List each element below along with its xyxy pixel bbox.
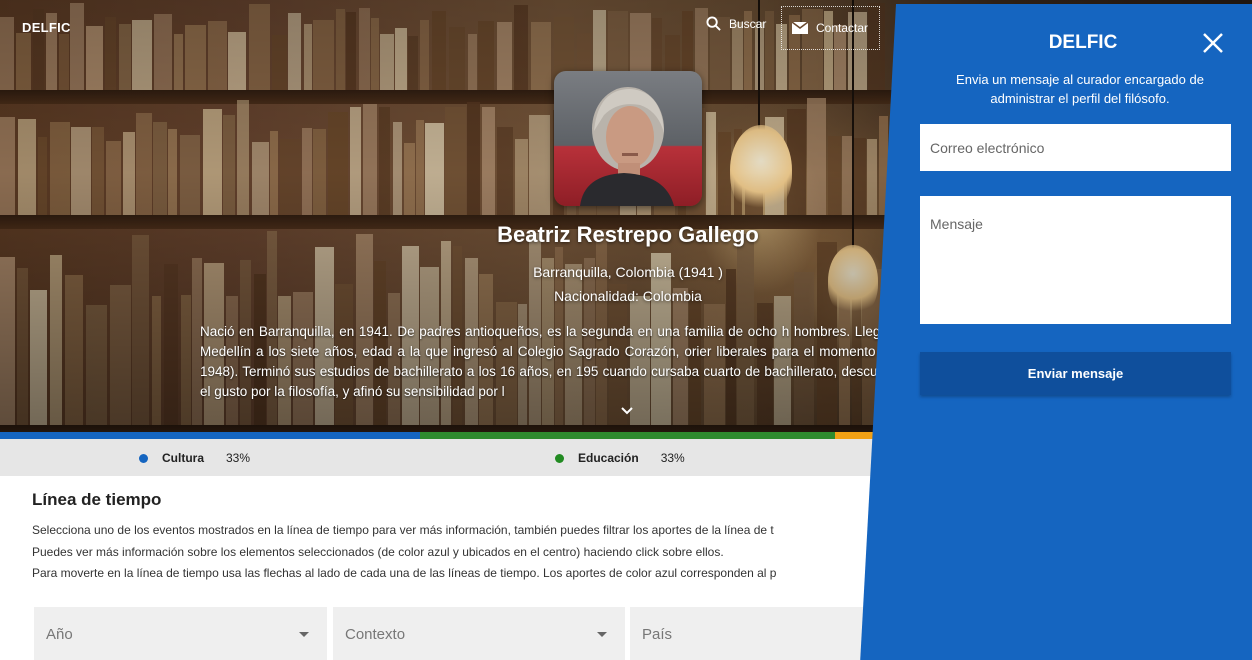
send-message-button[interactable]: Enviar mensaje — [920, 352, 1231, 395]
country-filter-select[interactable]: País — [630, 607, 870, 660]
context-filter-label: Contexto — [345, 626, 406, 643]
page: DELFIC Buscar Contactar Beatriz Restrepo… — [0, 0, 1252, 660]
category-percent: 33% — [226, 451, 251, 465]
brand-logo[interactable]: DELFIC — [22, 20, 71, 35]
category-percent: 33% — [660, 451, 685, 465]
category-dot — [139, 453, 148, 463]
close-icon[interactable] — [1200, 30, 1226, 56]
search-icon — [706, 16, 721, 31]
category-dot — [555, 453, 564, 463]
category-label: Cultura — [162, 451, 204, 465]
category-label: Educación — [578, 451, 639, 465]
category-item[interactable]: Educación 33% — [555, 451, 685, 465]
mail-icon — [792, 22, 808, 34]
context-filter-select[interactable]: Contexto — [333, 607, 625, 660]
category-strip-educacion — [420, 432, 835, 439]
panel-description: Envia un mensaje al curador encargado de… — [956, 72, 1204, 106]
category-legend: Cultura 33% Educación 33% — [0, 439, 900, 476]
category-strip-cultura — [0, 432, 420, 439]
search-label: Buscar — [729, 16, 767, 31]
contact-button[interactable]: Contactar — [781, 6, 880, 50]
timeline-title: Línea de tiempo — [32, 490, 162, 509]
profile-name: Beatriz Restrepo Gallego — [497, 222, 759, 247]
category-item[interactable]: Cultura 33% — [139, 451, 250, 465]
caret-down-icon — [597, 632, 607, 637]
timeline-instructions: Selecciona uno de los eventos mostrados … — [32, 523, 774, 537]
year-filter-select[interactable]: Año — [34, 607, 327, 660]
profile-photo — [554, 71, 702, 206]
profile-nationality: Nacionalidad: Colombia — [554, 288, 702, 304]
caret-down-icon — [299, 632, 309, 637]
message-field[interactable] — [920, 196, 1231, 324]
portrait-illustration — [580, 87, 674, 206]
contact-label: Contactar — [816, 21, 869, 35]
timeline-instructions: Para moverte en la línea de tiempo usa l… — [32, 566, 777, 580]
timeline-instructions: Puedes ver más información sobre los ele… — [32, 545, 724, 559]
profile-bio: Nació en Barranquilla, en 1941. De padre… — [200, 324, 900, 399]
profile-origin: Barranquilla, Colombia (1941 ) — [533, 264, 723, 280]
chevron-down-icon[interactable] — [620, 406, 634, 416]
country-filter-label: País — [642, 626, 673, 643]
year-filter-label: Año — [46, 626, 73, 643]
search-button[interactable]: Buscar — [706, 16, 766, 31]
panel-title: DELFIC — [1048, 32, 1118, 53]
email-field[interactable] — [920, 124, 1231, 171]
